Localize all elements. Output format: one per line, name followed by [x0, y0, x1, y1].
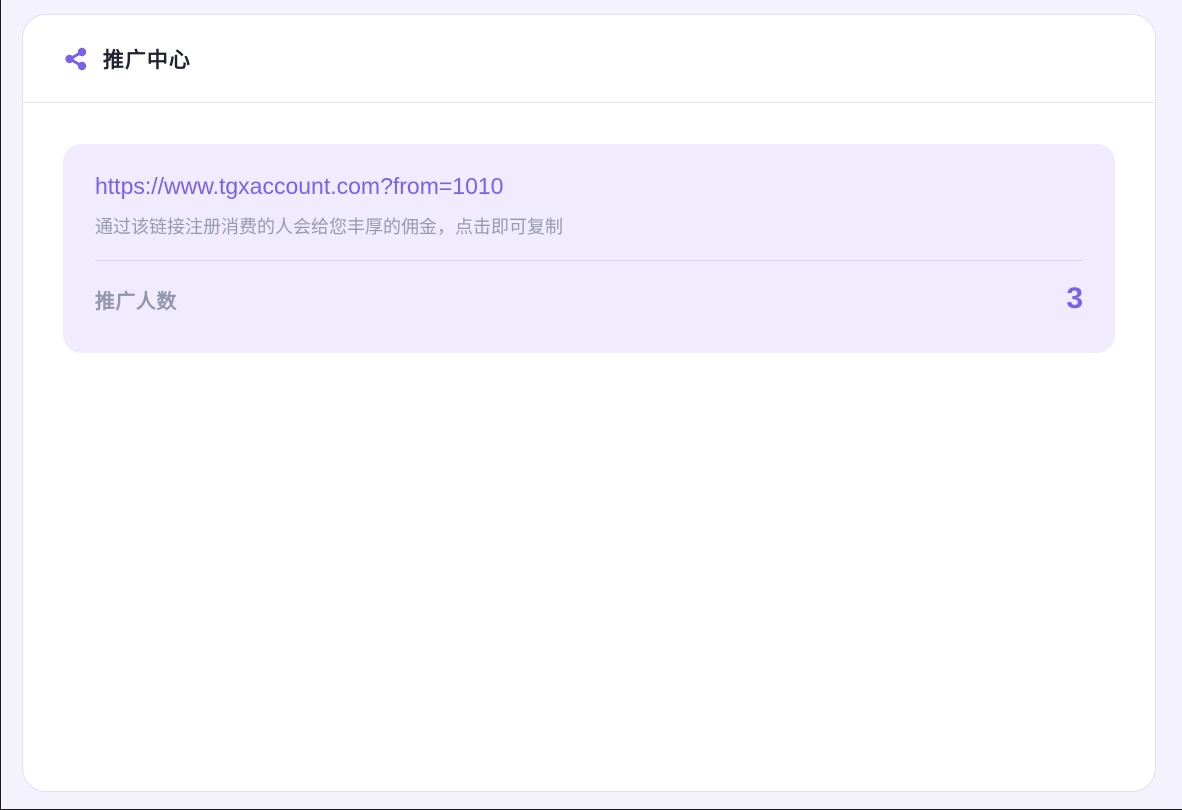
promo-link[interactable]: https://www.tgxaccount.com?from=1010: [95, 172, 503, 200]
share-icon: [63, 46, 89, 72]
page-title: 推广中心: [103, 47, 191, 72]
referral-count-value: 3: [1066, 282, 1083, 315]
promotion-card: 推广中心 https://www.tgxaccount.com?from=101…: [22, 14, 1156, 792]
referral-count-label: 推广人数: [95, 288, 177, 313]
referral-stats-row: 推广人数 3: [95, 261, 1083, 337]
card-header: 推广中心: [23, 15, 1155, 103]
page-frame: 推广中心 https://www.tgxaccount.com?from=101…: [0, 0, 1182, 810]
promo-link-box[interactable]: https://www.tgxaccount.com?from=1010 通过该…: [63, 144, 1115, 353]
promo-description: 通过该链接注册消费的人会给您丰厚的佣金，点击即可复制: [95, 217, 563, 238]
